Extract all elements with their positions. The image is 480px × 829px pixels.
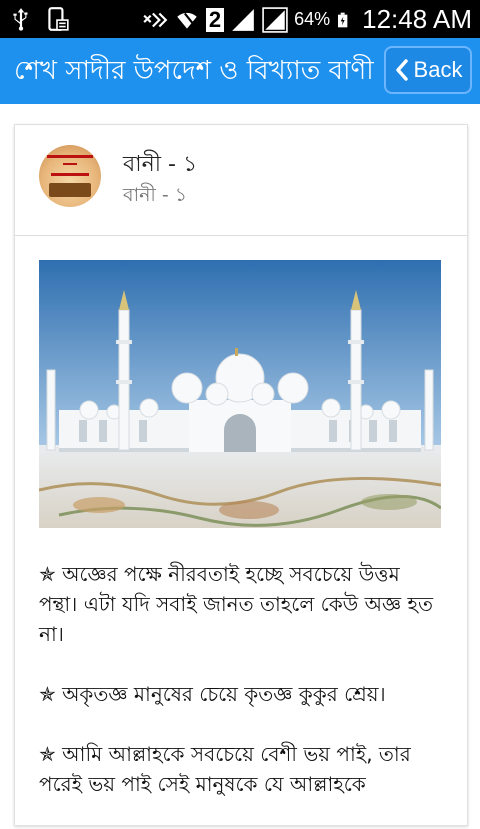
wifi-icon — [177, 12, 197, 29]
app-logo-avatar — [39, 145, 101, 207]
chevron-left-icon — [395, 59, 408, 81]
battery-percent: 64% — [294, 9, 331, 29]
card-subtitle: বানী - ১ — [123, 184, 188, 206]
mosque-image — [39, 260, 441, 528]
clock: 12:48 AM — [362, 4, 472, 34]
status-bar-right: 2 64% 12:48 AM — [142, 4, 472, 35]
battery-charging-icon — [338, 12, 348, 27]
back-button-label: Back — [413, 57, 463, 82]
status-bar-left — [8, 6, 70, 32]
sim-indicator: 2 — [205, 7, 225, 32]
card-title: বানী - ১ — [123, 152, 198, 177]
app-bar: শেখ সাদীর উপদেশ ও বিখ্যাত বাণী Back — [0, 38, 480, 104]
quote-paragraph: ✯ অজ্ঞের পক্ষে নীরবতাই হচ্ছে সবচেয়ে উত্… — [39, 562, 433, 646]
app-title: শেখ সাদীর উপদেশ ও বিখ্যাত বাণী — [14, 56, 374, 86]
card-header: বানী - ১ বানী - ১ — [15, 125, 467, 236]
quote-content: ✯ অজ্ঞের পক্ষে নীরবতাই হচ্ছে সবচেয়ে উত্… — [39, 559, 443, 829]
usb-icon — [13, 8, 28, 31]
quote-card: বানী - ১ বানী - ১ ✯ অজ্ঞের পক্ষে নীরবতাই… — [14, 124, 468, 826]
phone-notification-icon — [48, 7, 69, 31]
quote-paragraph: ✯ আমি আল্লাহকে সবচেয়ে বেশী ভয় পাই, তার… — [39, 742, 411, 796]
status-bar: 2 64% 12:48 AM — [0, 0, 480, 38]
signal-icon-sim1 — [232, 8, 254, 31]
signal-icon-sim2 — [262, 6, 288, 33]
back-button[interactable]: Back — [384, 46, 472, 94]
mute-icon — [143, 12, 168, 27]
quote-paragraph: ✯ অকৃতজ্ঞ মানুষের চেয়ে কৃতজ্ঞ কুকুর শ্র… — [39, 682, 386, 706]
